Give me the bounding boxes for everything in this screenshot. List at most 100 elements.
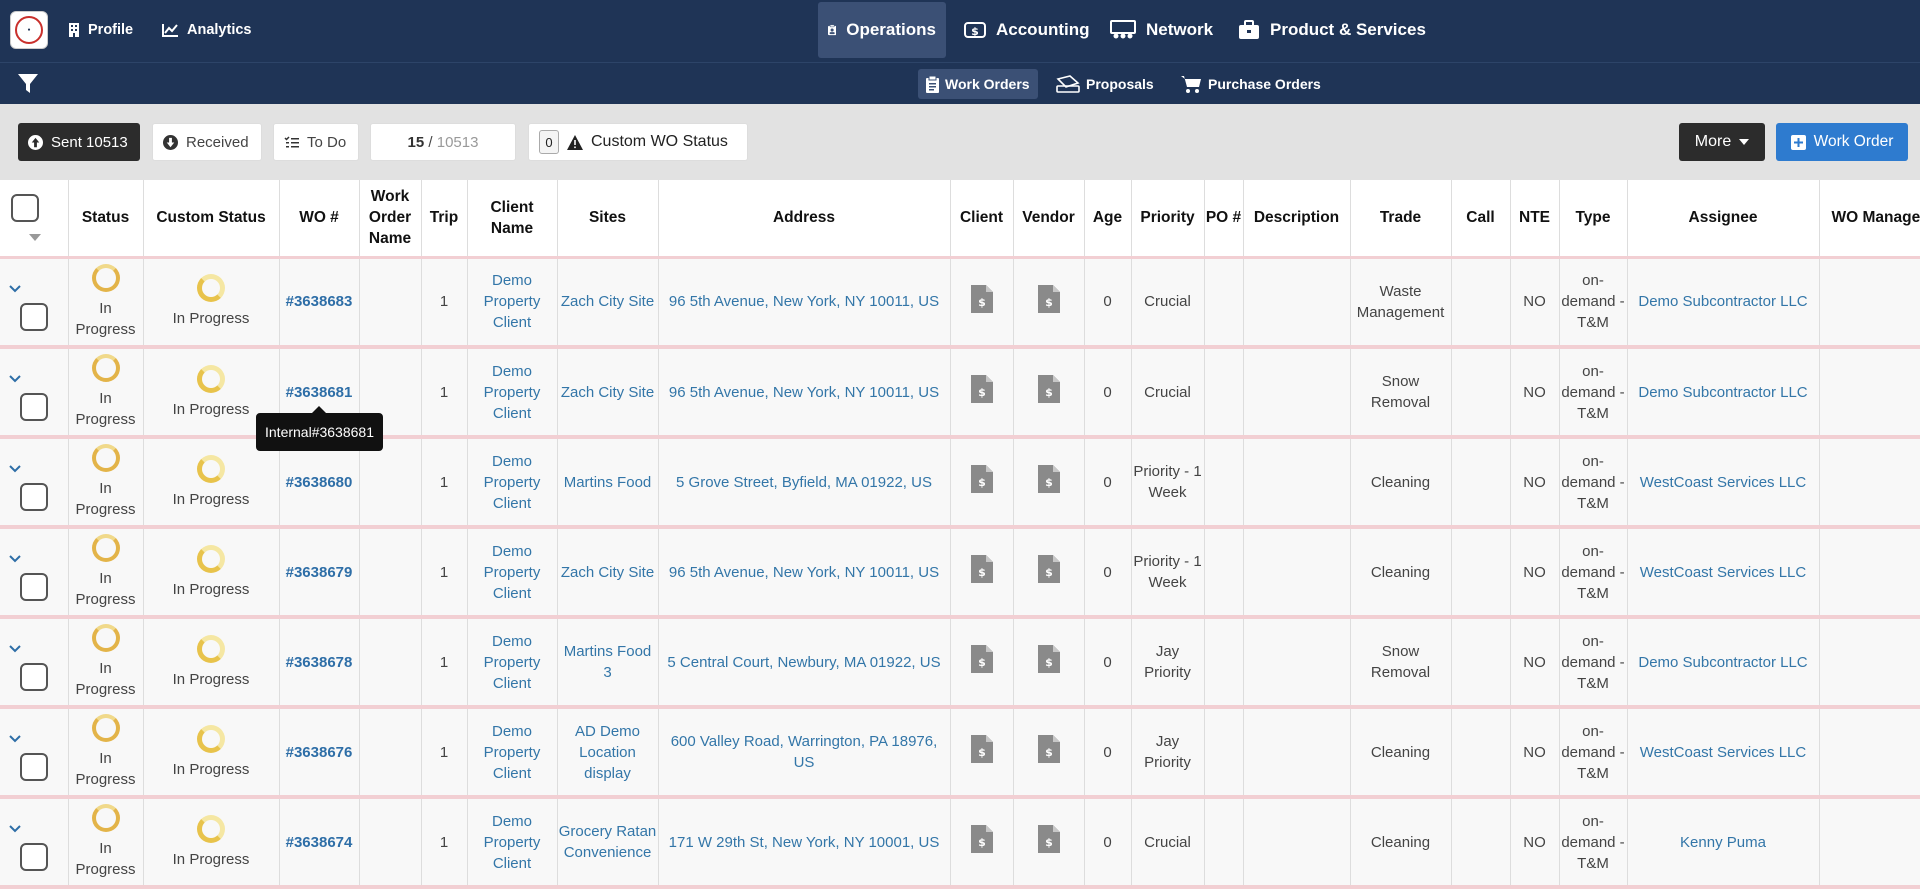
chevron-down-icon[interactable] [9,645,21,653]
chevron-down-icon[interactable] [9,735,21,743]
invoice-document-icon[interactable]: $ [970,825,993,853]
todo-filter-button[interactable]: To Do [273,123,359,161]
assignee-link[interactable]: Demo Subcontractor LLC [1638,654,1807,671]
address-link[interactable]: 96 5th Avenue, New York, NY 10011, US [669,293,939,310]
wo-number-link[interactable]: #3638681 [286,384,353,401]
site-link[interactable]: AD Demo Location display [575,723,640,782]
site-link[interactable]: Zach City Site [561,564,654,581]
wo-number-link[interactable]: #3638678 [286,654,353,671]
nav-network[interactable]: Network [1100,2,1223,58]
received-filter-button[interactable]: Received [152,123,262,161]
filter-icon[interactable] [17,73,39,95]
col-custom-status[interactable]: Custom Status [143,180,280,259]
assignee-link[interactable]: WestCoast Services LLC [1640,744,1806,761]
custom-wo-status-button[interactable]: 0 Custom WO Status [528,123,748,161]
col-address[interactable]: Address [658,180,951,259]
subnav-purchase-orders[interactable]: Purchase Orders [1172,69,1329,99]
wo-number-link[interactable]: #3638680 [286,474,353,491]
address-link[interactable]: 5 Grove Street, Byfield, MA 01922, US [676,474,932,491]
client-name-link[interactable]: Demo Property Client [484,813,541,872]
assignee-link[interactable]: Demo Subcontractor LLC [1638,384,1807,401]
invoice-document-icon[interactable]: $ [970,284,993,313]
col-nte[interactable]: NTE [1510,180,1560,259]
company-logo[interactable]: ● [10,11,48,49]
table-row[interactable]: In Progress In Progress #3638676 1 Demo … [0,707,1920,799]
invoice-document-icon[interactable]: $ [1037,465,1060,493]
row-checkbox[interactable] [20,573,48,601]
col-vendor[interactable]: Vendor [1013,180,1085,259]
address-link[interactable]: 600 Valley Road, Warrington, PA 18976, U… [671,733,938,771]
subnav-work-orders[interactable]: Work Orders [918,69,1038,99]
nav-products-services[interactable]: Product & Services [1228,2,1436,58]
invoice-document-icon[interactable]: $ [970,465,993,493]
table-row[interactable]: In Progress In Progress #3638678 1 Demo … [0,617,1920,709]
col-sites[interactable]: Sites [557,180,659,259]
invoice-document-icon[interactable]: $ [1037,555,1060,583]
wo-number-link[interactable]: #3638679 [286,564,353,581]
site-link[interactable]: Zach City Site [561,384,654,401]
address-link[interactable]: 171 W 29th St, New York, NY 10001, US [669,834,940,851]
invoice-document-icon[interactable]: $ [970,735,993,763]
row-checkbox[interactable] [20,483,48,511]
client-name-link[interactable]: Demo Property Client [484,723,541,782]
client-name-link[interactable]: Demo Property Client [484,543,541,602]
sent-filter-button[interactable]: Sent 10513 [18,123,140,161]
col-wo-number[interactable]: WO # [279,180,360,259]
invoice-document-icon[interactable]: $ [1037,284,1060,313]
chevron-down-icon[interactable] [9,284,21,293]
col-type[interactable]: Type [1559,180,1628,259]
table-row[interactable]: In Progress In Progress #3638683 1 Demo … [0,257,1920,349]
add-work-order-button[interactable]: Work Order [1776,123,1908,161]
sort-caret-icon[interactable] [29,234,41,241]
wo-number-link[interactable]: #3638674 [286,834,353,851]
address-link[interactable]: 96 5th Avenue, New York, NY 10011, US [669,384,939,401]
site-link[interactable]: Zach City Site [561,293,654,310]
client-name-link[interactable]: Demo Property Client [484,453,541,512]
nav-operations[interactable]: Operations [818,2,946,58]
wo-number-link[interactable]: #3638676 [286,744,353,761]
table-row[interactable]: In Progress In Progress #3638679 1 Demo … [0,527,1920,619]
col-po-number[interactable]: PO # [1204,180,1244,259]
client-name-link[interactable]: Demo Property Client [484,272,541,331]
chevron-down-icon[interactable] [9,825,21,833]
invoice-document-icon[interactable]: $ [1037,735,1060,763]
invoice-document-icon[interactable]: $ [970,375,993,403]
more-dropdown-button[interactable]: More [1679,123,1765,161]
assignee-link[interactable]: Demo Subcontractor LLC [1638,293,1807,310]
wo-number-link[interactable]: #3638683 [286,293,353,310]
col-age[interactable]: Age [1084,180,1132,259]
client-name-link[interactable]: Demo Property Client [484,363,541,422]
row-checkbox[interactable] [20,302,48,331]
col-status[interactable]: Status [68,180,144,259]
col-call[interactable]: Call [1451,180,1511,259]
site-link[interactable]: Grocery Ratan Convenience [559,823,657,861]
col-description[interactable]: Description [1243,180,1351,259]
row-checkbox[interactable] [20,393,48,421]
row-checkbox[interactable] [20,843,48,871]
invoice-document-icon[interactable]: $ [1037,645,1060,673]
col-priority[interactable]: Priority [1131,180,1205,259]
invoice-document-icon[interactable]: $ [970,645,993,673]
invoice-document-icon[interactable]: $ [1037,375,1060,403]
chevron-down-icon[interactable] [9,465,21,473]
chevron-down-icon[interactable] [9,555,21,563]
address-link[interactable]: 96 5th Avenue, New York, NY 10011, US [669,564,939,581]
assignee-link[interactable]: WestCoast Services LLC [1640,564,1806,581]
assignee-link[interactable]: Kenny Puma [1680,834,1766,851]
invoice-document-icon[interactable]: $ [970,555,993,583]
col-trip[interactable]: Trip [421,180,468,259]
col-trade[interactable]: Trade [1350,180,1452,259]
site-link[interactable]: Martins Food [564,474,652,491]
nav-profile[interactable]: Profile [68,0,133,60]
row-checkbox[interactable] [20,663,48,691]
nav-accounting[interactable]: $ Accounting [954,2,1100,58]
col-assignee[interactable]: Assignee [1627,180,1820,259]
invoice-document-icon[interactable]: $ [1037,825,1060,853]
chevron-down-icon[interactable] [9,375,21,383]
select-all-checkbox[interactable] [11,194,39,222]
assignee-link[interactable]: WestCoast Services LLC [1640,474,1806,491]
row-checkbox[interactable] [20,753,48,781]
col-wo-manager[interactable]: WO Manager [1819,180,1920,259]
col-client-name[interactable]: Client Name [467,180,558,259]
col-client[interactable]: Client [950,180,1014,259]
